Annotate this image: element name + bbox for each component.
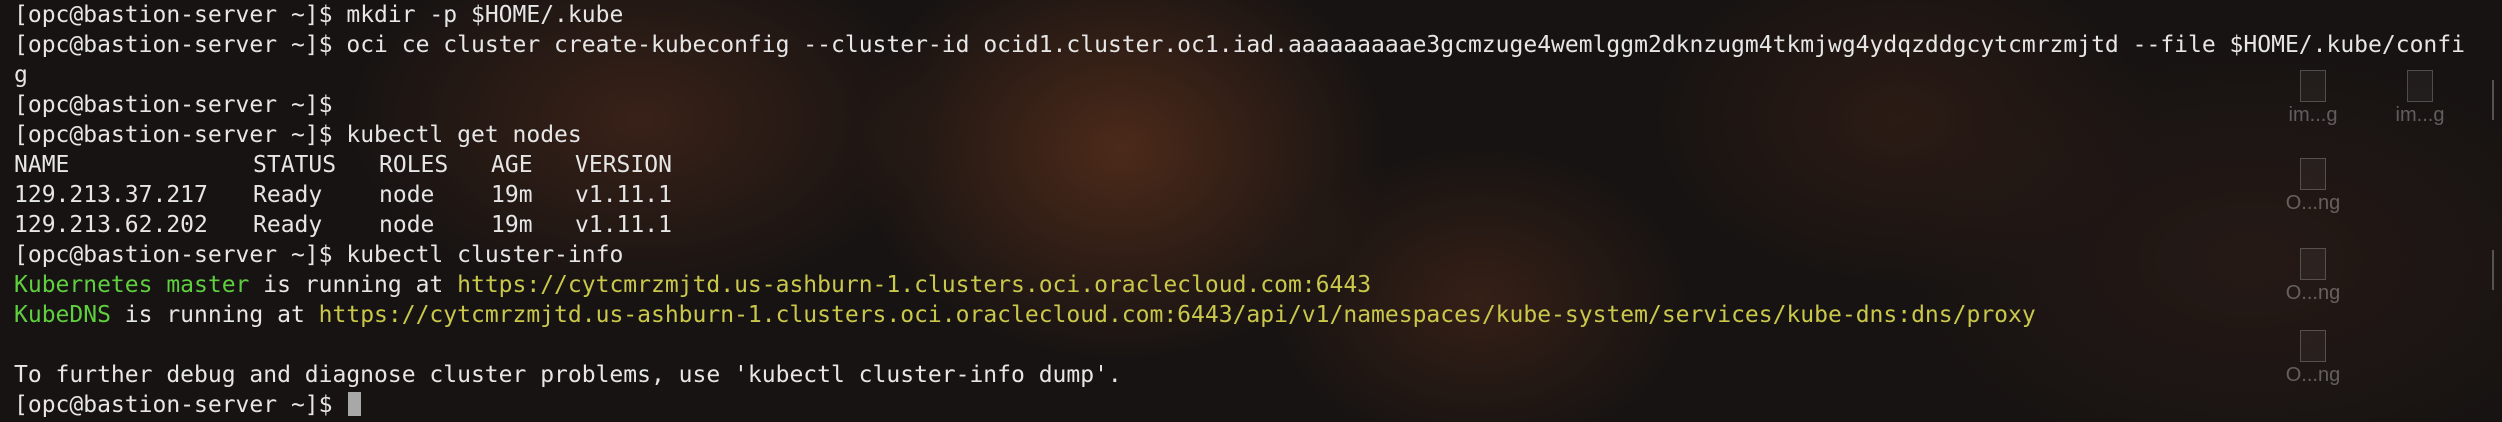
terminal-line: g [14, 60, 2482, 90]
command-text: mkdir -p $HOME/.kube [346, 2, 624, 28]
table-row: 129.213.62.202 Ready node 19m v1.11.1 [14, 210, 2482, 240]
col-name: NAME [14, 152, 70, 178]
dns-label: KubeDNS [14, 302, 111, 328]
col-roles: ROLES [379, 152, 449, 178]
cell-roles: node [379, 182, 435, 208]
col-age: AGE [491, 152, 533, 178]
master-url-link[interactable]: https://cytcmrzmjtd.us-ashburn-1.cluster… [457, 272, 1371, 298]
text-cursor[interactable] [348, 392, 362, 416]
col-version: VERSION [575, 152, 672, 178]
terminal-window[interactable]: im...g im...g O...ng O...ng O...ng [opc@… [0, 0, 2502, 422]
cell-version: v1.11.1 [575, 182, 672, 208]
shell-prompt: [opc@bastion-server ~]$ [14, 122, 347, 148]
cell-name: 129.213.37.217 [14, 182, 208, 208]
debug-hint: To further debug and diagnose cluster pr… [14, 362, 1122, 388]
wrapped-text: g [14, 62, 28, 88]
master-label: Kubernetes master [14, 272, 250, 298]
running-at-text: is running at [110, 302, 319, 328]
dns-url-link[interactable]: https://cytcmrzmjtd.us-ashburn-1.cluster… [319, 302, 2036, 328]
cell-age: 19m [491, 212, 533, 238]
cluster-info-master: Kubernetes master is running at https://… [14, 270, 2482, 300]
window-edge [2492, 250, 2502, 290]
col-status: STATUS [253, 152, 337, 178]
command-text: oci ce cluster create-kubeconfig --clust… [346, 32, 2465, 58]
terminal-line: [opc@bastion-server ~]$ mkdir -p $HOME/.… [14, 0, 2482, 30]
cell-version: v1.11.1 [575, 212, 672, 238]
shell-prompt: [opc@bastion-server ~]$ [14, 32, 347, 58]
table-header: NAME STATUS ROLES AGE VERSION [14, 150, 2482, 180]
cluster-info-dns: KubeDNS is running at https://cytcmrzmjt… [14, 300, 2482, 330]
terminal-line: [opc@bastion-server ~]$ kubectl get node… [14, 120, 2482, 150]
terminal-output: [opc@bastion-server ~]$ mkdir -p $HOME/.… [14, 0, 2482, 420]
cell-age: 19m [491, 182, 533, 208]
table-row: 129.213.37.217 Ready node 19m v1.11.1 [14, 180, 2482, 210]
command-text: kubectl get nodes [346, 122, 582, 148]
cell-roles: node [379, 212, 435, 238]
shell-prompt: [opc@bastion-server ~]$ [14, 92, 333, 118]
terminal-line: [opc@bastion-server ~]$ kubectl cluster-… [14, 240, 2482, 270]
cell-name: 129.213.62.202 [14, 212, 208, 238]
terminal-line: [opc@bastion-server ~]$ [14, 90, 2482, 120]
running-at-text: is running at [249, 272, 458, 298]
shell-prompt: [opc@bastion-server ~]$ [14, 242, 347, 268]
terminal-line: [opc@bastion-server ~]$ [14, 390, 2482, 420]
shell-prompt: [opc@bastion-server ~]$ [14, 392, 347, 418]
window-edge [2492, 80, 2502, 120]
shell-prompt: [opc@bastion-server ~]$ [14, 2, 347, 28]
command-text: kubectl cluster-info [346, 242, 624, 268]
cell-status: Ready [253, 212, 323, 238]
terminal-line: [opc@bastion-server ~]$ oci ce cluster c… [14, 30, 2482, 60]
cell-status: Ready [253, 182, 323, 208]
